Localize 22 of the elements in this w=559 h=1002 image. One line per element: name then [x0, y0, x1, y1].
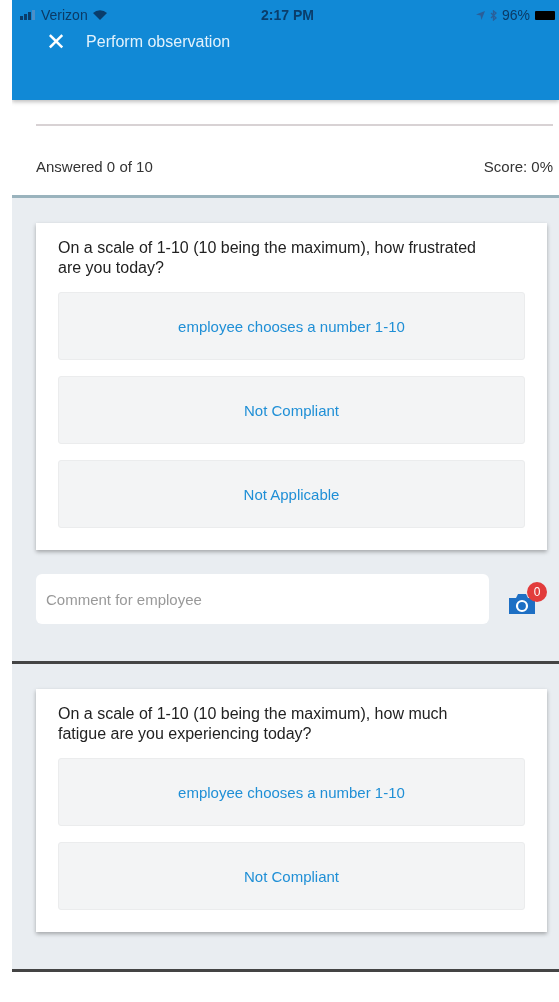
score-text: Score: 0% [483, 158, 553, 175]
signal-icon [20, 10, 36, 20]
battery-percent: 96% [501, 7, 530, 23]
status-time: 2:17 PM [261, 7, 314, 23]
answer-option[interactable]: Not Applicable [58, 460, 525, 528]
page-title: Perform observation [86, 33, 231, 51]
location-icon [475, 10, 485, 20]
answer-option[interactable]: employee chooses a number 1-10 [58, 758, 525, 826]
answer-option[interactable]: Not Compliant [58, 376, 525, 444]
photo-count-badge: 0 [527, 582, 547, 602]
close-button[interactable]: ✕ [46, 30, 67, 54]
battery-icon [535, 10, 555, 20]
bluetooth-icon [489, 9, 497, 21]
comment-field[interactable]: Comment for employee [36, 574, 489, 624]
question-text: On a scale of 1-10 (10 being the maximum), how much fatigue are you experiencing today? [58, 704, 449, 744]
question-text: On a scale of 1-10 (10 being the maximum), how frustrated are you today? [58, 238, 477, 278]
answer-option[interactable]: employee chooses a number 1-10 [58, 292, 525, 360]
answered-count: Answered 0 of 10 [36, 158, 153, 175]
wifi-icon [92, 10, 107, 20]
camera-icon[interactable] [509, 592, 535, 614]
answer-option[interactable]: Not Compliant [58, 842, 525, 910]
carrier-name: Verizon [41, 7, 88, 23]
